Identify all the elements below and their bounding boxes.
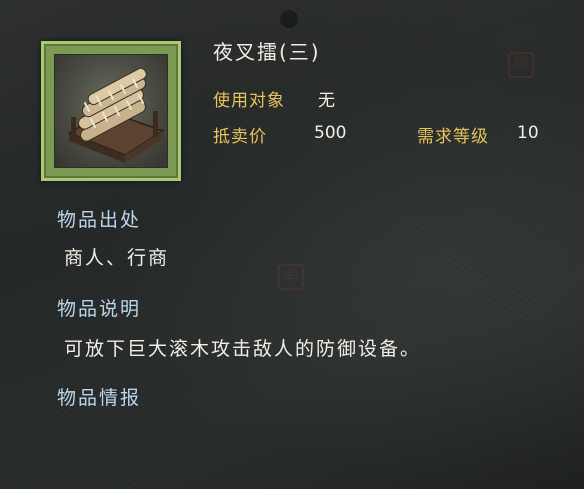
map-watermark-top: 同 <box>508 52 540 78</box>
target-label: 使用对象 <box>213 91 285 111</box>
target-value: 无 <box>318 91 335 111</box>
origin-text: 商人、行商 <box>64 247 170 269</box>
intel-heading: 物品情报 <box>57 387 142 409</box>
description-heading: 物品说明 <box>57 298 142 320</box>
item-name: 夜叉擂(三) <box>213 40 321 64</box>
origin-heading: 物品出处 <box>57 209 142 231</box>
price-label: 抵卖价 <box>213 127 267 147</box>
level-label: 需求等级 <box>417 127 489 147</box>
background-emblem <box>280 10 298 28</box>
level-value: 10 <box>517 123 539 143</box>
description-text: 可放下巨大滚木攻击敌人的防御设备。 <box>64 338 422 360</box>
item-icon-frame <box>41 41 181 181</box>
map-watermark-middle: 同 <box>278 264 310 290</box>
log-trap-icon <box>54 54 168 168</box>
price-value: 500 <box>314 123 347 143</box>
